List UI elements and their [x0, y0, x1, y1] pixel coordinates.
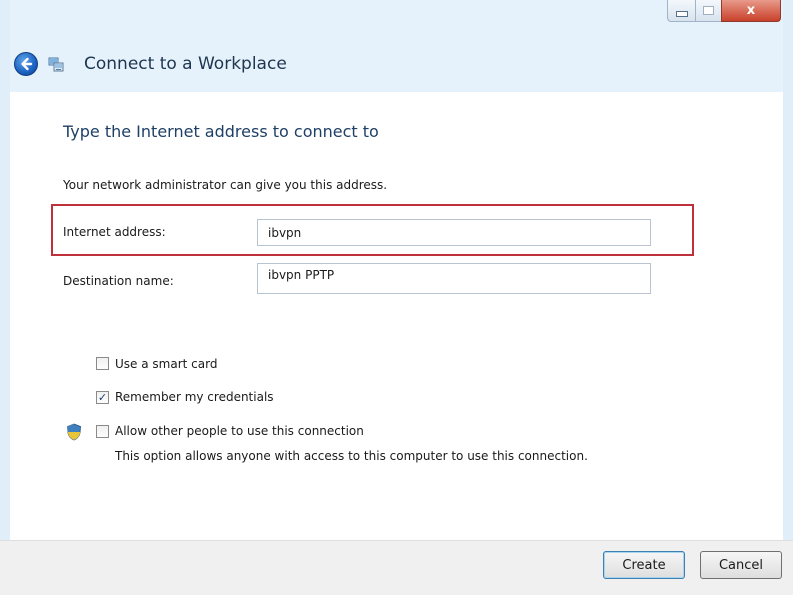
window-left-border: [0, 0, 10, 594]
window-right-border: [783, 0, 793, 594]
remember-credentials-checkbox[interactable]: ✓: [96, 391, 109, 404]
remember-credentials-label[interactable]: Remember my credentials: [115, 390, 274, 404]
create-button[interactable]: Create: [603, 551, 685, 579]
maximize-icon: [703, 6, 714, 15]
maximize-button[interactable]: [695, 0, 722, 22]
cancel-button[interactable]: Cancel: [700, 551, 782, 579]
internet-address-label: Internet address:: [63, 225, 166, 239]
instruction-text: Your network administrator can give you …: [63, 178, 388, 192]
back-button[interactable]: [14, 52, 38, 76]
allow-others-description: This option allows anyone with access to…: [115, 449, 588, 463]
minimize-icon: [675, 10, 688, 17]
internet-address-input[interactable]: [257, 219, 651, 246]
page-heading: Type the Internet address to connect to: [63, 122, 379, 141]
allow-others-checkbox[interactable]: [96, 425, 109, 438]
back-arrow-icon: [21, 57, 33, 71]
destination-name-label: Destination name:: [63, 274, 174, 288]
destination-name-input[interactable]: [257, 263, 651, 294]
close-button[interactable]: x: [721, 0, 781, 22]
window-title: Connect to a Workplace: [84, 54, 287, 74]
smart-card-label[interactable]: Use a smart card: [115, 357, 217, 371]
checkmark-icon: ✓: [97, 391, 108, 404]
minimize-button[interactable]: [667, 0, 696, 22]
smart-card-checkbox[interactable]: [96, 357, 109, 370]
network-connection-icon: [48, 57, 64, 72]
close-icon: x: [746, 3, 756, 18]
allow-others-label[interactable]: Allow other people to use this connectio…: [115, 424, 364, 438]
connect-to-workplace-window: x Connect to a Workplace Type the Intern…: [0, 0, 793, 595]
uac-shield-icon: [67, 423, 81, 441]
